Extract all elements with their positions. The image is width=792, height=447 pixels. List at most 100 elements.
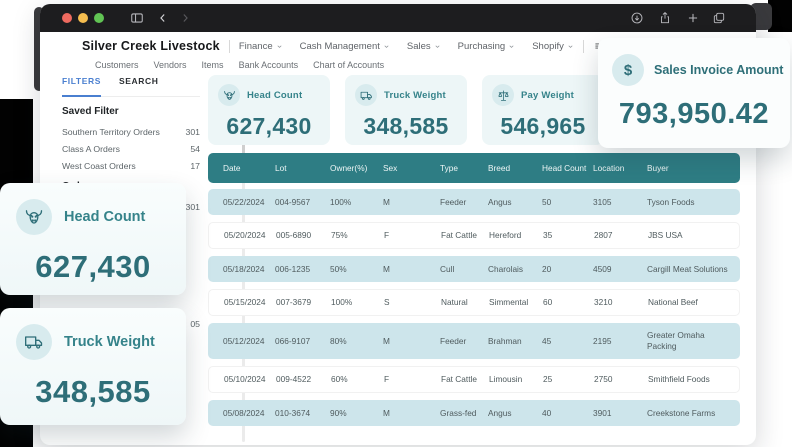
menu-item-label: Finance <box>239 41 273 52</box>
stat-label: Head Count <box>247 90 302 101</box>
sidebar-item-count: 301 <box>186 127 201 137</box>
column-header-sex[interactable]: Sex <box>383 163 440 173</box>
sidebar-item-label: Class A Orders <box>62 144 120 154</box>
stat-card-truck-weight[interactable]: Truck Weight348,585 <box>345 75 467 145</box>
table-row[interactable]: 05/22/2024004-9567100%MFeederAngus503105… <box>208 189 740 215</box>
cell-lot: 005-6890 <box>276 230 331 241</box>
sidebar-item-class-a-orders[interactable]: Class A Orders54 <box>62 140 200 157</box>
cell-head-count: 25 <box>543 374 594 385</box>
menu-item-sales[interactable]: Sales <box>407 41 441 52</box>
sales-invoice-label: Sales Invoice Amount <box>654 63 783 77</box>
table-row[interactable]: 05/20/2024005-689075%FFat CattleHereford… <box>208 222 740 249</box>
stat-card-head-count[interactable]: Head Count627,430 <box>208 75 330 145</box>
truck-weight-card: Truck Weight 348,585 <box>0 308 186 425</box>
cell-head-count: 35 <box>543 230 594 241</box>
header-divider <box>583 40 584 53</box>
table-row[interactable]: 05/08/2024010-367490%MGrass-fedAngus4039… <box>208 400 740 426</box>
cell-lot: 009-4522 <box>276 374 331 385</box>
cell-head-count: 40 <box>542 408 593 419</box>
sidebar-item-southern-territory-orders[interactable]: Southern Territory Orders 301 <box>62 123 200 140</box>
cell-lot: 010-3674 <box>275 408 330 419</box>
sidebar-toggle-icon[interactable] <box>128 9 146 27</box>
menu-item-label: Cash Management <box>300 41 380 52</box>
cell-date: 05/12/2024 <box>223 336 275 347</box>
cell-location: 3901 <box>593 408 647 419</box>
cell-head-count: 45 <box>542 336 593 347</box>
share-icon[interactable] <box>656 9 674 27</box>
cell-owner: 75% <box>331 230 384 241</box>
back-icon[interactable] <box>154 9 172 27</box>
cell-location: 3210 <box>594 297 648 308</box>
sidebar-item-west-coast-orders[interactable]: West Coast Orders17 <box>62 157 200 174</box>
truck-weight-label: Truck Weight <box>64 334 155 350</box>
chevron-down-icon <box>434 43 441 50</box>
cell-date: 05/18/2024 <box>223 264 275 275</box>
sidebar-item-count: 301 <box>186 202 201 212</box>
cell-lot: 007-3679 <box>276 297 331 308</box>
subnav-item-bank-accounts[interactable]: Bank Accounts <box>239 60 299 70</box>
column-header-owner[interactable]: Owner(%) <box>330 163 383 173</box>
column-header-buyer[interactable]: Buyer <box>647 163 740 173</box>
cell-buyer: Greater Omaha Packing <box>647 330 740 352</box>
column-header-head-count[interactable]: Head Count <box>542 163 593 173</box>
cell-lot: 006-1235 <box>275 264 330 275</box>
menu-item-label: Shopify <box>532 41 564 52</box>
sidebar-tab-search[interactable]: SEARCH <box>119 76 159 91</box>
tabs-overview-icon[interactable] <box>710 9 728 27</box>
sidebar-item-label: Southern Territory Orders <box>62 127 160 137</box>
menu-item-finance[interactable]: Finance <box>239 41 283 52</box>
cell-location: 4509 <box>593 264 647 275</box>
column-header-type[interactable]: Type <box>440 163 488 173</box>
column-header-breed[interactable]: Breed <box>488 163 542 173</box>
menu-item-label: Sales <box>407 41 431 52</box>
window-titlebar <box>40 4 756 32</box>
sidebar-tab-filters[interactable]: FILTERS <box>62 76 101 97</box>
truck-icon <box>16 324 52 360</box>
menu-item-shopify[interactable]: Shopify <box>532 41 574 52</box>
cell-head-count: 60 <box>543 297 594 308</box>
new-tab-icon[interactable] <box>684 9 702 27</box>
menu-item-label: Purchasing <box>458 41 506 52</box>
close-button[interactable] <box>62 13 72 23</box>
sidebar-heading-saved-filter: Saved Filter <box>62 106 200 117</box>
truck-icon <box>355 84 377 106</box>
cell-type: Feeder <box>440 336 488 347</box>
cell-date: 05/20/2024 <box>224 230 276 241</box>
cell-head-count: 50 <box>542 197 593 208</box>
menu-item-cash-management[interactable]: Cash Management <box>300 41 390 52</box>
forward-icon[interactable] <box>176 9 194 27</box>
table-row[interactable]: 05/18/2024006-123550%MCullCharolais20450… <box>208 256 740 282</box>
cell-owner: 60% <box>331 374 384 385</box>
subnav-item-items[interactable]: Items <box>202 60 224 70</box>
table-row[interactable]: 05/15/2024007-3679100%SNaturalSimmental6… <box>208 289 740 316</box>
stat-value: 546,965 <box>492 113 594 140</box>
column-header-date[interactable]: Date <box>223 163 275 173</box>
cell-buyer: Creekstone Farms <box>647 408 740 419</box>
head-count-card: Head Count 627,430 <box>0 183 186 295</box>
chevron-down-icon <box>276 43 283 50</box>
zoom-button[interactable] <box>94 13 104 23</box>
stat-card-top: Pay Weight <box>492 84 594 106</box>
table-row[interactable]: 05/12/2024066-910780%MFeederBrahman45219… <box>208 323 740 359</box>
cell-type: Feeder <box>440 197 488 208</box>
cell-date: 05/08/2024 <box>223 408 275 419</box>
download-icon[interactable] <box>628 9 646 27</box>
main-menu: Finance Cash Management Sales Purchasing Sho… <box>239 41 574 52</box>
subnav-item-customers[interactable]: Customers <box>95 60 139 70</box>
subnav-item-chart-of-accounts[interactable]: Chart of Accounts <box>313 60 384 70</box>
subnav-item-vendors[interactable]: Vendors <box>154 60 187 70</box>
column-header-location[interactable]: Location <box>593 163 647 173</box>
cell-buyer: Smithfield Foods <box>648 374 739 385</box>
column-header-lot[interactable]: Lot <box>275 163 330 173</box>
table-row[interactable]: 05/10/2024009-452260%FFat CattleLimousin… <box>208 366 740 393</box>
cell-buyer: National Beef <box>648 297 739 308</box>
cell-date: 05/10/2024 <box>224 374 276 385</box>
cell-sex: M <box>383 197 440 208</box>
minimize-button[interactable] <box>78 13 88 23</box>
stat-card-pay-weight[interactable]: Pay Weight 546,965 <box>482 75 604 145</box>
bull-icon <box>218 84 240 106</box>
menu-item-purchasing[interactable]: Purchasing <box>458 41 516 52</box>
cell-sex: S <box>384 297 441 308</box>
cell-date: 05/15/2024 <box>224 297 276 308</box>
stat-label: Pay Weight <box>521 90 574 101</box>
